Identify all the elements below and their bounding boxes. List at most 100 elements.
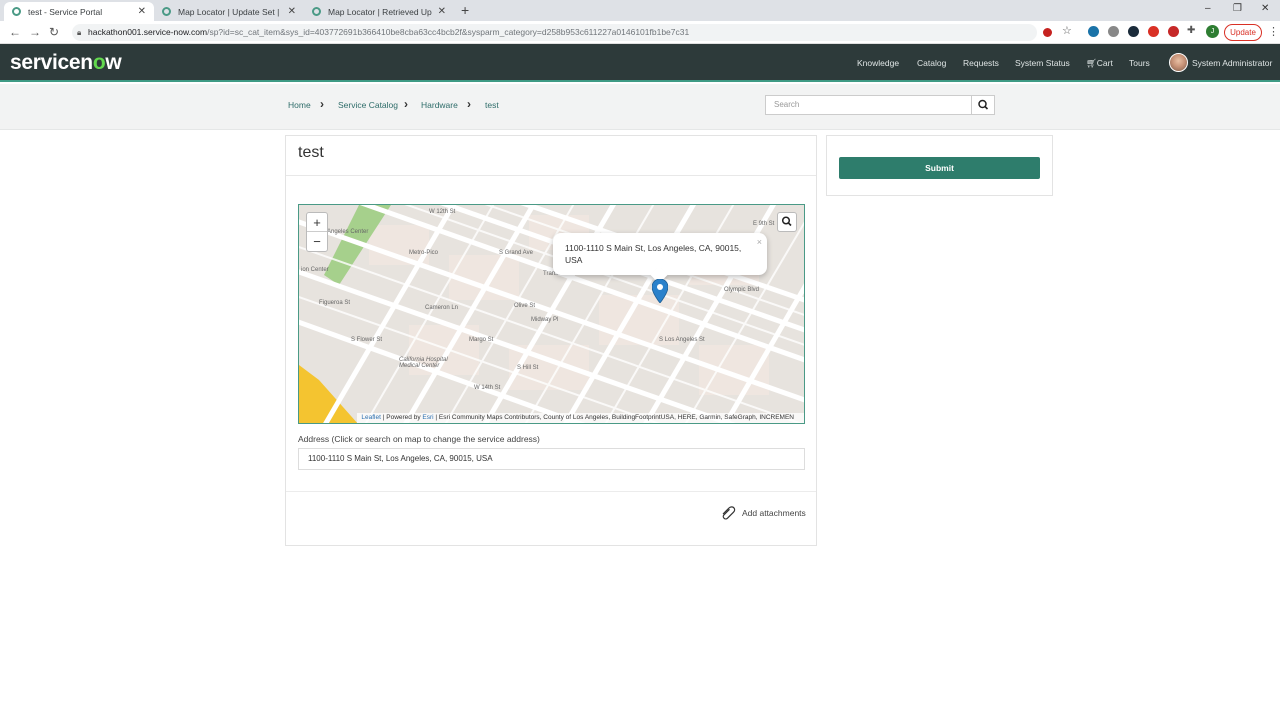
attribution-text: | Esri Community Maps Contributors, Coun… [433,414,794,421]
reload-icon[interactable]: ↻ [49,25,59,39]
minimize-icon[interactable]: – [1205,3,1211,14]
map-label: Metro-Pico [409,250,439,256]
breadcrumb: Home › Service Catalog › Hardware › test… [0,84,1280,130]
close-icon[interactable]: × [757,236,762,248]
servicenow-favicon-icon [312,7,321,16]
servicenow-favicon-icon [162,7,171,16]
paperclip-icon [722,506,736,520]
tab-title: Map Locator | Update Set | Servic [178,6,282,17]
map-label: S Los Angeles St [659,337,705,343]
nav-tours[interactable]: Tours [1129,58,1150,68]
map-address-popup: × 1100-1110 S Main St, Los Angeles, CA, … [553,233,767,284]
forward-icon[interactable]: → [29,25,41,39]
breadcrumb-hardware[interactable]: Hardware [421,100,458,110]
map-locator[interactable]: W 12th St S Grand Ave Metro-Pico Angeles… [298,204,805,424]
map-label: Angeles Center [327,229,369,235]
map-label: California Hospital Medical Center [399,357,448,369]
popup-address-text: 1100-1110 S Main St, Los Angeles, CA, 90… [565,243,742,265]
tab-title: Map Locator | Retrieved Update [328,6,432,17]
attribution-text: | Powered by [380,414,423,421]
breadcrumb-current: test [485,100,499,110]
map-label: E 9th St [753,221,775,227]
breadcrumb-home[interactable]: Home [288,100,311,110]
map-label: ion Center [301,267,329,273]
new-tab-icon[interactable]: + [461,2,469,18]
nav-catalog[interactable]: Catalog [917,58,946,68]
user-avatar[interactable] [1169,53,1188,72]
back-icon[interactable]: ← [9,25,21,39]
address-label: Address (Click or search on map to chang… [298,434,540,444]
puzzle-extensions-icon[interactable]: ✚ [1187,25,1195,36]
map-search-button[interactable] [777,212,797,232]
restore-icon[interactable]: ❐ [1233,3,1242,14]
page-title: test [298,144,324,161]
close-tab-icon[interactable]: ✕ [438,6,446,17]
address-field[interactable]: 1100-1110 S Main St, Los Angeles, CA, 90… [298,448,805,470]
browser-tab[interactable]: Map Locator | Retrieved Update ✕ [304,2,454,21]
submit-button[interactable]: Submit [839,157,1040,179]
extension-icon[interactable] [1168,26,1179,37]
zoom-out-button[interactable]: − [307,232,327,251]
map-label: Olympic Blvd [724,287,760,293]
profile-avatar[interactable]: J [1206,25,1219,38]
browser-tabstrip: test - Service Portal ✕ Map Locator | Up… [0,0,1280,21]
nav-cart[interactable]: 🛒︎Cart [1086,58,1113,69]
blocked-extension-icon[interactable] [1043,28,1052,37]
map-label: W 12th St [429,209,456,215]
url-bar[interactable]: 🔒︎ hackathon001.service-now.com/sp?id=sc… [72,24,1037,41]
bookmark-star-icon[interactable]: ☆ [1062,24,1072,37]
map-label: S Hill St [517,365,539,371]
map-attribution: Leaflet | Powered by Esri | Esri Communi… [357,413,804,423]
chevron-right-icon: › [467,97,471,111]
nav-system-status[interactable]: System Status [1015,58,1070,68]
map-label: Cameron Ln [425,305,459,311]
portal-header: servicenow Knowledge Catalog Requests Sy… [0,44,1280,82]
browser-tab[interactable]: Map Locator | Update Set | Servic ✕ [154,2,304,21]
lock-icon: 🔒︎ [77,28,82,37]
cart-icon: 🛒︎ [1086,58,1097,68]
divider [286,175,816,176]
tab-title: test - Service Portal [28,6,103,17]
esri-link[interactable]: Esri [422,414,433,421]
servicenow-logo[interactable]: servicenow [10,51,122,75]
extension-icon[interactable] [1148,26,1159,37]
add-attachments-label: Add attachments [742,508,806,518]
servicenow-favicon-icon [12,7,21,16]
chevron-right-icon: › [404,97,408,111]
browser-menu-icon[interactable]: ⋮ [1268,25,1279,38]
window-close-icon[interactable]: ✕ [1261,3,1269,14]
map-label: Midway Pl [531,317,559,323]
browser-update-button[interactable]: Update [1224,24,1262,41]
map-label: S Flower St [351,337,383,343]
extension-icon[interactable] [1088,26,1099,37]
search-button[interactable] [971,95,995,115]
url-path: /sp?id=sc_cat_item&sys_id=403772691b3664… [207,27,690,37]
search-icon [978,99,989,110]
map-zoom-control: + − [306,212,328,252]
add-attachments-button[interactable]: Add attachments [720,506,806,520]
search-icon [781,216,792,227]
divider [286,491,816,492]
map-label: W 14th St [474,385,501,391]
map-marker-icon[interactable] [652,279,668,303]
order-panel: Submit [826,135,1053,196]
catalog-item-panel: test W 12th St S Grand Ave Metro-Pico An… [285,135,817,546]
nav-requests[interactable]: Requests [963,58,999,68]
map-label: Margo St [469,337,494,343]
leaflet-link[interactable]: Leaflet [361,414,381,421]
url-host: hackathon001.service-now.com [88,27,208,37]
zoom-in-button[interactable]: + [307,213,327,232]
chevron-right-icon: › [320,97,324,111]
map-label: S Grand Ave [499,250,533,256]
close-tab-icon[interactable]: ✕ [138,6,146,17]
close-tab-icon[interactable]: ✕ [288,6,296,17]
extension-icon[interactable] [1108,26,1119,37]
browser-tab-active[interactable]: test - Service Portal ✕ [4,2,154,21]
browser-toolbar: ← → ↻ 🔒︎ hackathon001.service-now.com/sp… [0,21,1280,44]
extension-icon[interactable] [1128,26,1139,37]
breadcrumb-service-catalog[interactable]: Service Catalog [338,100,398,110]
user-menu[interactable]: System Administrator [1192,58,1272,68]
nav-knowledge[interactable]: Knowledge [857,58,899,68]
search-input[interactable]: Search [765,95,972,115]
map-label: Olive St [514,303,536,309]
